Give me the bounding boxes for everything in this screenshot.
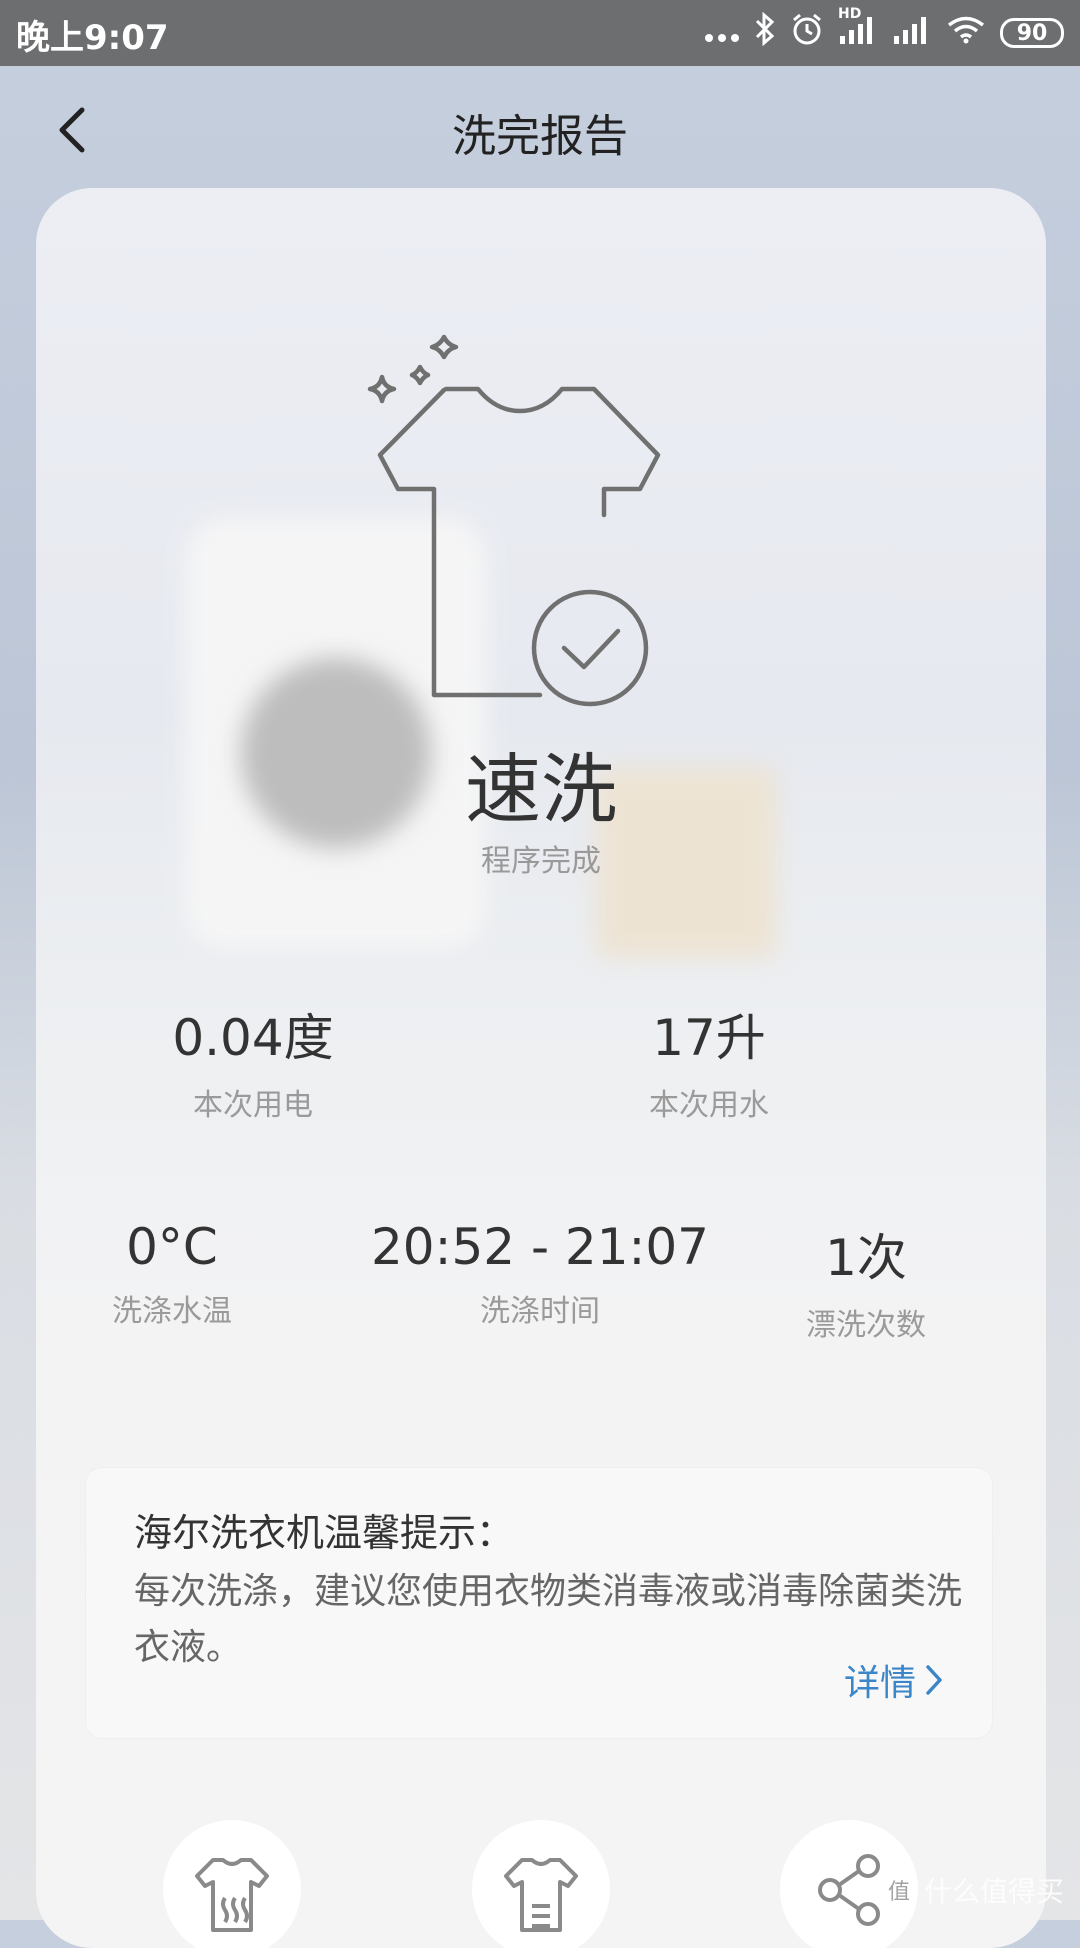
bluetooth-icon bbox=[754, 11, 776, 54]
tip-box: 海尔洗衣机温馨提示： 每次洗涤，建议您使用衣物类消毒液或消毒除菌类洗衣液。 详情 bbox=[86, 1468, 992, 1738]
details-link[interactable]: 详情 bbox=[844, 1654, 944, 1706]
chevron-right-icon bbox=[926, 1665, 942, 1695]
water-temperature-value: 0°C bbox=[126, 1218, 218, 1276]
water-temperature-stat: 0°C 洗涤水温 bbox=[36, 1218, 342, 1330]
water-temperature-label: 洗涤水温 bbox=[112, 1294, 232, 1329]
clean-shirt-icon bbox=[367, 334, 661, 707]
dry-clothes-button[interactable] bbox=[163, 1820, 301, 1948]
watermark: 值 什么值得买 bbox=[881, 1870, 1064, 1910]
status-icons: HD 90 bbox=[704, 6, 1064, 56]
signal-icon bbox=[892, 14, 932, 52]
alarm-icon bbox=[790, 12, 824, 54]
electricity-stat: 0.04度 本次用电 bbox=[83, 998, 423, 1124]
shirt-steam-icon bbox=[195, 1858, 269, 1932]
electricity-value: 0.04度 bbox=[172, 1009, 334, 1067]
water-stat: 17升 本次用水 bbox=[539, 998, 879, 1124]
report-card: 速洗 程序完成 0.04度 本次用电 17升 本次用水 0°C 洗涤水温 20:… bbox=[36, 188, 1046, 1948]
rinse-count-value: 1次 bbox=[825, 1229, 907, 1287]
shirt-list-icon bbox=[504, 1858, 578, 1932]
status-time: 晚上9:07 bbox=[16, 18, 169, 58]
wifi-icon bbox=[946, 14, 986, 52]
electricity-label: 本次用电 bbox=[193, 1088, 313, 1123]
header: 洗完报告 bbox=[0, 66, 1080, 194]
wash-record-button[interactable] bbox=[472, 1820, 610, 1948]
more-dots-icon bbox=[704, 16, 740, 51]
details-link-label: 详情 bbox=[843, 1663, 916, 1704]
rinse-count-stat: 1次 漂洗次数 bbox=[696, 1218, 1036, 1344]
tip-title: 海尔洗衣机温馨提示： bbox=[134, 1511, 515, 1555]
hd-label: HD bbox=[838, 6, 862, 22]
page-title: 洗完报告 bbox=[452, 111, 628, 162]
hd-signal-icon: HD bbox=[838, 6, 878, 52]
wash-time-stat: 20:52 - 21:07 洗涤时间 bbox=[370, 1218, 710, 1330]
status-bar: 晚上9:07 HD 90 bbox=[0, 0, 1080, 66]
rinse-count-label: 漂洗次数 bbox=[806, 1308, 926, 1343]
water-label: 本次用水 bbox=[649, 1088, 769, 1123]
program-name: 速洗 bbox=[465, 745, 617, 834]
water-value: 17升 bbox=[652, 1009, 766, 1067]
tip-body: 每次洗涤，建议您使用衣物类消毒液或消毒除菌类洗衣液。 bbox=[134, 1571, 963, 1668]
watermark-badge: 值 bbox=[881, 1873, 916, 1907]
wash-time-label: 洗涤时间 bbox=[480, 1294, 600, 1329]
wash-time-value: 20:52 - 21:07 bbox=[370, 1218, 709, 1276]
watermark-text: 什么值得买 bbox=[923, 1875, 1064, 1908]
program-status: 程序完成 bbox=[481, 844, 601, 879]
battery-indicator: 90 bbox=[1000, 18, 1064, 48]
